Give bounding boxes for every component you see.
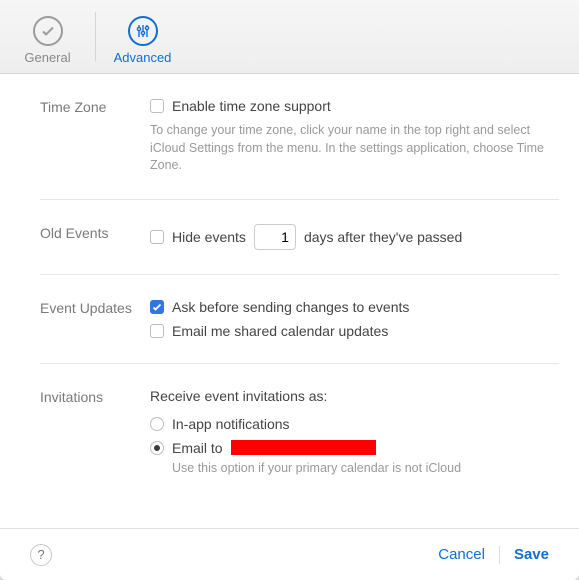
save-button[interactable]: Save [504, 542, 559, 567]
section-event-updates-label: Event Updates [40, 299, 150, 339]
section-event-updates: Event Updates Ask before sending changes… [40, 275, 559, 364]
section-timezone: Time Zone Enable time zone support To ch… [40, 74, 559, 200]
content-area: Time Zone Enable time zone support To ch… [0, 74, 579, 528]
radio-email-to[interactable] [150, 441, 164, 455]
preferences-sheet: General Advanced Time Zone [0, 0, 579, 580]
tab-advanced-label: Advanced [114, 50, 172, 65]
ask-before-sending-label: Ask before sending changes to events [172, 299, 409, 315]
section-old-events: Old Events Hide events days after they'v… [40, 200, 559, 275]
section-timezone-label: Time Zone [40, 98, 150, 175]
section-invitations-label: Invitations [40, 388, 150, 478]
help-button[interactable]: ? [30, 544, 52, 566]
tab-advanced[interactable]: Advanced [95, 0, 190, 73]
sliders-icon [128, 16, 158, 46]
cancel-button[interactable]: Cancel [428, 542, 495, 567]
button-separator [499, 546, 500, 564]
checkbox-enable-timezone[interactable] [150, 99, 164, 113]
footer: ? Cancel Save [0, 528, 579, 580]
tab-general-label: General [24, 50, 70, 65]
checkmark-icon [33, 16, 63, 46]
section-invitations: Invitations Receive event invitations as… [40, 364, 559, 502]
tab-general[interactable]: General [0, 0, 95, 73]
tab-bar: General Advanced [0, 0, 579, 74]
invitations-help-text: Use this option if your primary calendar… [172, 460, 559, 478]
section-old-events-label: Old Events [40, 224, 150, 250]
radio-inapp-label: In-app notifications [172, 416, 290, 432]
redacted-email [231, 440, 376, 455]
help-icon: ? [37, 547, 44, 562]
checkbox-hide-events[interactable] [150, 230, 164, 244]
checkbox-email-shared-updates[interactable] [150, 324, 164, 338]
timezone-help-text: To change your time zone, click your nam… [150, 122, 559, 175]
hide-events-prefix: Hide events [172, 229, 246, 245]
hide-events-suffix: days after they've passed [304, 229, 462, 245]
email-shared-updates-label: Email me shared calendar updates [172, 323, 388, 339]
checkbox-enable-timezone-label: Enable time zone support [172, 98, 331, 114]
radio-email-to-prefix: Email to [172, 440, 223, 456]
radio-inapp-notifications[interactable] [150, 417, 164, 431]
invitations-heading: Receive event invitations as: [150, 388, 327, 404]
hide-events-days-input[interactable] [254, 224, 296, 250]
checkbox-ask-before-sending[interactable] [150, 300, 164, 314]
